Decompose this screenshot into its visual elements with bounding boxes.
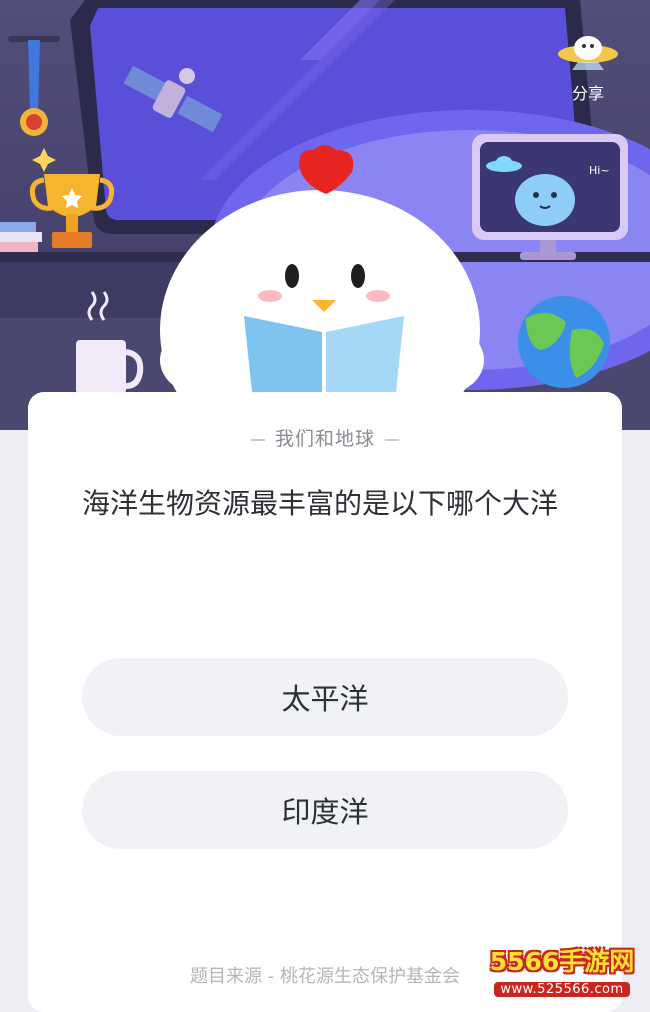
globe-icon <box>518 296 610 388</box>
share-button[interactable]: 分享 <box>556 30 620 104</box>
medal-icon <box>8 36 60 136</box>
question-text: 海洋生物资源最丰富的是以下哪个大洋 <box>82 487 559 520</box>
category-heading: 我们和地球 <box>0 424 650 451</box>
monitor-greeting: Hi~ <box>589 164 610 177</box>
answer-option-1[interactable]: 太平洋 <box>82 658 568 736</box>
watermark-title: 5566手游网 <box>489 947 635 976</box>
answer-option-2[interactable]: 印度洋 <box>82 771 568 849</box>
category-label: 我们和地球 <box>274 428 375 450</box>
watermark-url: www.525566.com <box>494 982 630 997</box>
ufo-share-icon <box>558 36 618 70</box>
room-scene-art: Hi~ <box>0 0 650 430</box>
site-watermark: 5566手游网 www.525566.com <box>484 942 640 997</box>
divider-left <box>250 438 265 441</box>
divider-right <box>385 438 399 441</box>
share-label: 分享 <box>571 84 604 103</box>
header-illustration: Hi~ <box>0 0 650 430</box>
